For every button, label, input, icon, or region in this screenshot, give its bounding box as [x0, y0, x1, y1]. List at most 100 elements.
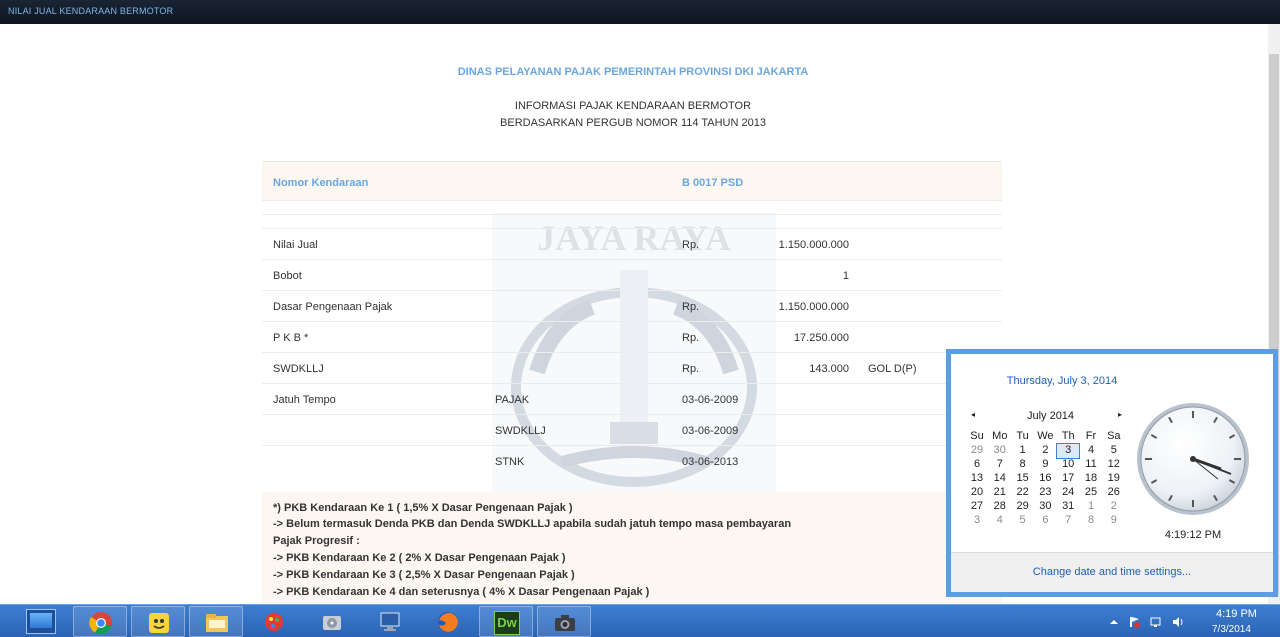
agency-title: DINAS PELAYANAN PAJAK PEMERINTAH PROVINS… [457, 66, 809, 78]
show-desktop-icon[interactable] [26, 609, 56, 634]
row-sublabel: SWDKLLJ [495, 425, 546, 437]
taskbar: Dw 4:19 PM 7/3/2014 [0, 604, 1280, 637]
note-line: -> PKB Kendaraan Ke 3 ( 2,5% X Dasar Pen… [273, 569, 575, 581]
show-hidden-icons-icon[interactable] [1108, 616, 1120, 628]
calendar-day[interactable]: 26 [1103, 486, 1125, 500]
row-currency: Rp. [682, 301, 700, 313]
calendar-month-label[interactable]: July 2014 [993, 410, 1108, 422]
taskbar-app-chrome[interactable] [73, 606, 127, 637]
next-month-icon[interactable]: ▸ [1118, 410, 1122, 419]
network-status-icon[interactable] [1150, 616, 1162, 628]
calendar-day[interactable]: 10 [1057, 458, 1079, 472]
row-label: Dasar Pengenaan Pajak [273, 301, 393, 313]
calendar-day[interactable]: 1 [1080, 500, 1102, 514]
taskbar-app-firefox[interactable] [421, 606, 475, 637]
action-center-icon[interactable] [1128, 616, 1140, 628]
calendar-day[interactable]: 2 [1103, 500, 1125, 514]
weekday-header: Fr [1085, 430, 1097, 442]
taskbar-app-paint[interactable] [247, 606, 301, 637]
note-line: Pajak Progresif : [273, 535, 360, 547]
calendar-day[interactable]: 14 [989, 472, 1011, 486]
row-amount: 1.150.000.000 [778, 301, 849, 313]
calendar-day[interactable]: 30 [1034, 500, 1056, 514]
calendar-day[interactable]: 3 [1056, 443, 1081, 459]
calendar-day[interactable]: 24 [1057, 486, 1079, 500]
calendar-day[interactable]: 15 [1012, 472, 1034, 486]
note-line: -> Belum termasuk Denda PKB dan Denda SW… [273, 518, 792, 530]
system-tray: 4:19 PM 7/3/2014 [1108, 605, 1280, 637]
calendar-day[interactable]: 6 [1034, 514, 1056, 528]
change-date-time-link[interactable]: Change date and time settings... [951, 566, 1273, 578]
weekday-header: Mo [992, 430, 1008, 442]
messenger-icon [149, 613, 169, 633]
taskbar-app-explorer[interactable] [189, 606, 243, 637]
calendar-day[interactable]: 7 [989, 458, 1011, 472]
flyout-footer: Change date and time settings... [951, 552, 1273, 592]
calendar-day[interactable]: 5 [1103, 444, 1125, 458]
calendar-day[interactable]: 29 [1012, 500, 1034, 514]
table-spacer [262, 200, 1002, 214]
calendar-day[interactable]: 8 [1012, 458, 1034, 472]
weekday-header: Sa [1107, 430, 1121, 442]
calendar-day[interactable]: 4 [989, 514, 1011, 528]
taskbar-clock-date[interactable]: 7/3/2014 [1212, 624, 1251, 635]
row-label: SWDKLLJ [273, 363, 324, 375]
taskbar-app-disk[interactable] [305, 606, 359, 637]
calendar-day[interactable]: 4 [1080, 444, 1102, 458]
calendar-day[interactable]: 2 [1034, 444, 1056, 458]
calendar-day[interactable]: 7 [1057, 514, 1079, 528]
previous-month-icon[interactable]: ◂ [971, 410, 975, 419]
calendar-day[interactable]: 20 [966, 486, 988, 500]
calendar-day[interactable]: 29 [966, 444, 988, 458]
calendar-day[interactable]: 6 [966, 458, 988, 472]
calendar-day[interactable]: 30 [989, 444, 1011, 458]
explorer-icon [206, 614, 228, 632]
network-computer-icon [380, 612, 400, 631]
row-amount: 1 [842, 270, 849, 282]
full-date-link[interactable]: Thursday, July 3, 2014 [951, 375, 1173, 387]
calendar-day[interactable]: 19 [1103, 472, 1125, 486]
taskbar-app-network[interactable] [363, 606, 417, 637]
row-label: Nilai Jual [273, 239, 318, 251]
calendar-day[interactable]: 23 [1034, 486, 1056, 500]
row-date: 03-06-2013 [682, 456, 739, 468]
calendar-day[interactable]: 16 [1034, 472, 1056, 486]
volume-icon[interactable] [1172, 616, 1184, 628]
calendar-day[interactable]: 9 [1103, 514, 1125, 528]
vehicle-tax-table: Nomor Kendaraan B 0017 PSD Nilai Jual Rp… [262, 161, 1002, 476]
calendar-day[interactable]: 31 [1057, 500, 1079, 514]
regulation-subtitle: BERDASARKAN PERGUB NOMOR 114 TAHUN 2013 [500, 117, 766, 129]
taskbar-app-messenger[interactable] [131, 606, 185, 637]
row-date: 03-06-2009 [682, 394, 739, 406]
calendar-day[interactable]: 3 [966, 514, 988, 528]
table-row: STNK 03-06-2013 [262, 445, 1002, 476]
row-label: Bobot [273, 270, 302, 282]
calendar-day[interactable]: 17 [1057, 472, 1079, 486]
calendar-day[interactable]: 8 [1080, 514, 1102, 528]
tax-notes: *) PKB Kendaraan Ke 1 ( 1,5% X Dasar Pen… [262, 492, 1002, 604]
page-subtitle: INFORMASI PAJAK KENDARAAN BERMOTOR [514, 100, 752, 112]
calendar-day[interactable]: 9 [1034, 458, 1056, 472]
taskbar-clock-time[interactable]: 4:19 PM [1216, 608, 1257, 620]
taskbar-app-dreamweaver[interactable]: Dw [479, 606, 533, 637]
calendar-day[interactable]: 12 [1103, 458, 1125, 472]
calendar-day[interactable]: 22 [1012, 486, 1034, 500]
calendar-day[interactable]: 1 [1012, 444, 1034, 458]
disk-icon [323, 616, 341, 630]
table-row: Jatuh Tempo PAJAK 03-06-2009 [262, 383, 1002, 414]
calendar-day[interactable]: 27 [966, 500, 988, 514]
calendar-day[interactable]: 28 [989, 500, 1011, 514]
table-row: Bobot 1 [262, 259, 1002, 290]
calendar-day[interactable]: 11 [1080, 458, 1102, 472]
table-row: Dasar Pengenaan Pajak Rp. 1.150.000.000 [262, 290, 1002, 321]
calendar-day[interactable]: 13 [966, 472, 988, 486]
chrome-icon [89, 612, 112, 635]
calendar-day[interactable]: 21 [989, 486, 1011, 500]
taskbar-app-camera[interactable] [537, 606, 591, 637]
calendar-day[interactable]: 5 [1012, 514, 1034, 528]
row-amount: 1.150.000.000 [778, 239, 849, 251]
calendar-day[interactable]: 25 [1080, 486, 1102, 500]
calendar-panel: Thursday, July 3, 2014 ◂ July 2014 ▸ Su M… [951, 354, 1273, 592]
note-line: -> PKB Kendaraan Ke 2 ( 2% X Dasar Penge… [273, 552, 566, 564]
calendar-day[interactable]: 18 [1080, 472, 1102, 486]
